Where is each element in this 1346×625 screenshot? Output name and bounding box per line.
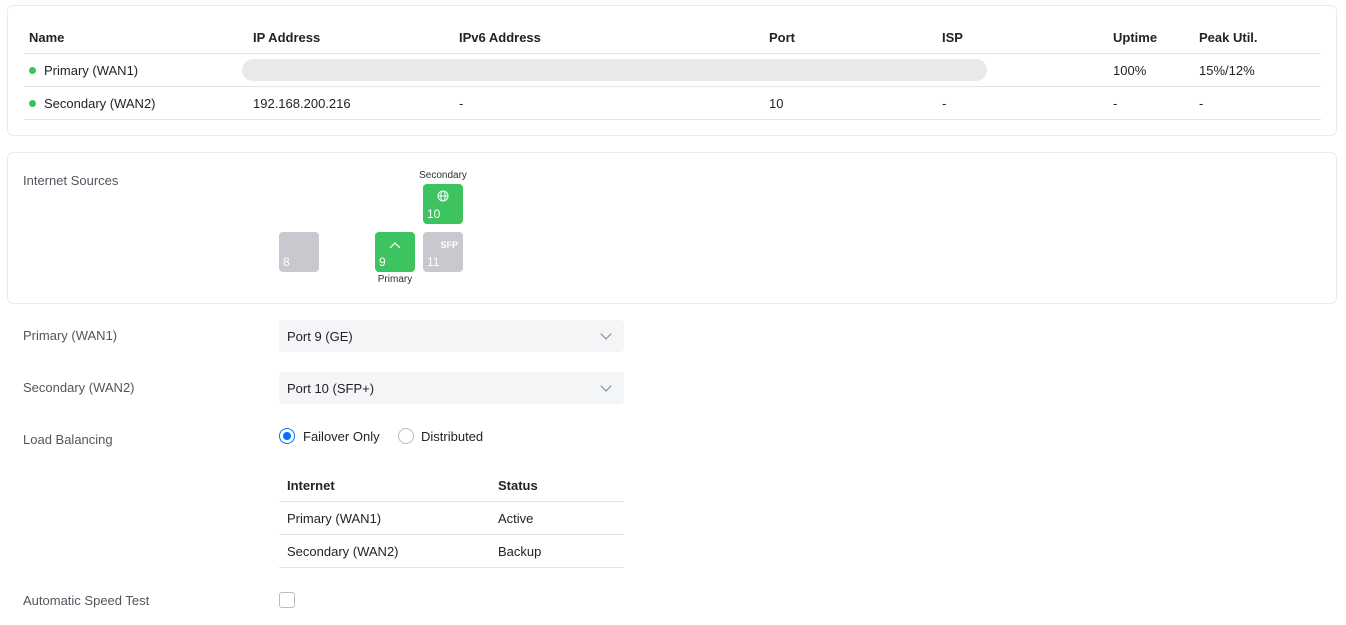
failover-only-radio[interactable]: [279, 428, 295, 444]
column-header-status: Status: [498, 478, 538, 493]
column-header-ipv6[interactable]: IPv6 Address: [459, 22, 541, 53]
chevron-down-icon: [600, 380, 612, 392]
port-number: 8: [283, 255, 290, 269]
distributed-radio[interactable]: [398, 428, 414, 444]
peak-util-cell: 15%/12%: [1199, 62, 1255, 78]
chevron-up-icon: [375, 238, 415, 251]
speed-test-checkbox[interactable]: [279, 592, 295, 608]
internet-cell: Secondary (WAN2): [287, 543, 399, 559]
wan-name-cell: Primary (WAN1): [29, 54, 138, 86]
status-cell: Active: [498, 510, 534, 526]
port-number: 11: [427, 255, 440, 269]
column-header-isp[interactable]: ISP: [942, 22, 963, 53]
wan-name-cell: Secondary (WAN2): [29, 87, 156, 119]
failover-only-label[interactable]: Failover Only: [303, 429, 380, 444]
online-status-dot: [29, 66, 36, 74]
status-cell: Backup: [498, 543, 542, 559]
table-header-row: Name IP Address IPv6 Address Port ISP Up…: [24, 22, 1321, 54]
table-row[interactable]: Primary (WAN1) 100% 15%/12%: [24, 54, 1321, 87]
uptime-cell: -: [1113, 95, 1118, 111]
table-header-row: Internet Status: [279, 470, 624, 502]
wan-name: Secondary (WAN2): [44, 95, 156, 111]
column-header-ip[interactable]: IP Address: [253, 22, 320, 53]
secondary-wan-label: Secondary (WAN2): [23, 380, 135, 395]
distributed-label[interactable]: Distributed: [421, 429, 483, 444]
column-header-name[interactable]: Name: [29, 22, 64, 53]
port-number: 9: [379, 255, 386, 269]
globe-icon: [423, 190, 463, 204]
primary-wan-select[interactable]: Port 9 (GE): [279, 320, 624, 352]
port-cell: 10: [769, 95, 784, 111]
port-caption-secondary: Secondary: [419, 170, 467, 181]
table-row: Secondary (WAN2) Backup: [279, 535, 624, 568]
uptime-cell: 100%: [1113, 62, 1147, 78]
speed-test-label: Automatic Speed Test: [23, 593, 150, 608]
table-row: Primary (WAN1) Active: [279, 502, 624, 535]
port-number: 10: [427, 207, 441, 221]
primary-wan-label: Primary (WAN1): [23, 328, 118, 343]
wan-status-panel: Name IP Address IPv6 Address Port ISP Up…: [7, 5, 1337, 136]
port-8[interactable]: 8: [279, 232, 319, 272]
peak-util-cell: -: [1199, 95, 1204, 111]
wan-table: Name IP Address IPv6 Address Port ISP Up…: [24, 22, 1321, 120]
port-11[interactable]: SFP 11: [423, 232, 463, 272]
port-caption-primary: Primary: [377, 274, 413, 285]
ip-cell: 192.168.200.216: [253, 95, 351, 111]
column-header-peak[interactable]: Peak Util.: [1199, 22, 1258, 53]
primary-wan-value: Port 9 (GE): [287, 328, 353, 344]
internet-cell: Primary (WAN1): [287, 510, 382, 526]
internet-sources-panel: Internet Sources Secondary 10 8 9 Primar…: [7, 152, 1337, 304]
internet-sources-label: Internet Sources: [23, 173, 119, 188]
failover-status-table: Internet Status Primary (WAN1) Active Se…: [279, 470, 624, 568]
sfp-badge: SFP: [440, 240, 458, 250]
load-balancing-label: Load Balancing: [23, 432, 113, 447]
column-header-port[interactable]: Port: [769, 22, 795, 53]
isp-cell: -: [942, 95, 947, 111]
column-header-uptime[interactable]: Uptime: [1113, 22, 1157, 53]
table-row[interactable]: Secondary (WAN2) 192.168.200.216 - 10 - …: [24, 87, 1321, 120]
secondary-wan-value: Port 10 (SFP+): [287, 380, 375, 396]
secondary-wan-select[interactable]: Port 10 (SFP+): [279, 372, 624, 404]
wan-name: Primary (WAN1): [44, 62, 139, 78]
port-9[interactable]: 9: [375, 232, 415, 272]
loading-placeholder: [242, 59, 987, 81]
column-header-internet: Internet: [287, 478, 335, 493]
chevron-down-icon: [600, 328, 612, 340]
ipv6-cell: -: [459, 95, 464, 111]
port-10[interactable]: 10: [423, 184, 463, 224]
online-status-dot: [29, 99, 36, 107]
